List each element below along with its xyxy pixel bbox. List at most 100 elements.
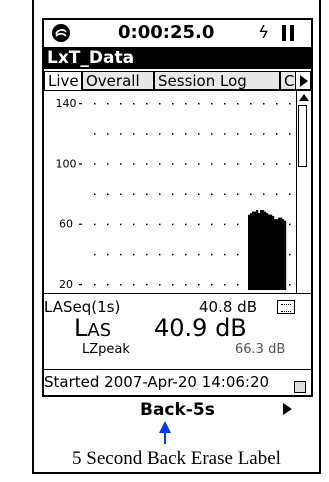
grid-dot	[211, 284, 213, 286]
grid-dot	[185, 223, 187, 226]
grid-dot	[133, 103, 135, 105]
live-chart-panel: 140 100 60 20	[44, 90, 311, 293]
grid-dot	[159, 284, 161, 286]
grid-dot	[263, 193, 265, 195]
grid-dot	[94, 193, 96, 195]
chart-bar	[264, 211, 267, 290]
chart-bar	[258, 213, 261, 290]
grid-dot	[211, 253, 213, 256]
grid-dot	[263, 103, 265, 105]
grid-dot	[133, 163, 135, 165]
grid-dot	[224, 103, 226, 105]
grid-dot	[133, 223, 135, 226]
grid-dot	[107, 284, 109, 286]
chart-bar	[254, 211, 257, 290]
back-5s-softkey[interactable]: Back-5s	[140, 400, 215, 420]
lzpeak-label: LZpeak	[82, 342, 130, 357]
live-spectrum-chart: 140 100 60 20	[56, 97, 291, 291]
grid-dot	[237, 193, 239, 195]
started-bar: Started 2007-Apr-20 14:06:20	[44, 369, 311, 395]
scroll-thumb[interactable]	[298, 105, 307, 167]
y-axis-ticks: 140 100 60 20	[56, 97, 82, 291]
chart-bar	[274, 219, 277, 290]
pause-icon[interactable]	[282, 25, 296, 41]
grid-dot	[159, 193, 161, 195]
y-tick-label: 100	[56, 157, 77, 170]
chart-bar	[278, 217, 281, 290]
graph-icon[interactable]	[277, 300, 295, 314]
grid-dot	[107, 253, 109, 256]
grid-dot	[120, 133, 122, 135]
grid-dot	[224, 284, 226, 286]
softkey-right-arrow-icon[interactable]	[283, 403, 292, 415]
grid-dot	[211, 103, 213, 105]
tab-live[interactable]: Live	[44, 71, 82, 90]
y-tick-mark	[79, 284, 82, 286]
pointer-arrow-shaft	[164, 432, 166, 444]
chart-scrollbar[interactable]	[296, 91, 309, 293]
mini-scroll-icon[interactable]	[294, 381, 306, 393]
grid-dot	[146, 133, 148, 135]
tab-session-log[interactable]: Session Log	[154, 71, 280, 90]
y-tick-label: 140	[56, 97, 77, 110]
tab-overall[interactable]: Overall	[82, 71, 154, 90]
las-label: LAS	[74, 314, 112, 342]
grid-dot	[185, 103, 187, 105]
grid-dot	[120, 103, 122, 105]
chart-bars	[248, 210, 287, 290]
y-tick-label: 60	[59, 218, 73, 231]
grid-dot	[276, 193, 278, 195]
grid-dot	[237, 103, 239, 105]
tab-c[interactable]: C	[280, 71, 296, 90]
grid-dot	[172, 193, 174, 195]
tab-scroll-right-icon[interactable]	[295, 71, 311, 90]
grid-dot	[159, 103, 161, 105]
grid-dot	[237, 253, 239, 256]
grid-dot	[107, 193, 109, 195]
grid-dot	[146, 163, 148, 165]
grid-dot	[94, 253, 96, 256]
grid-dot	[237, 284, 239, 286]
grid-dot	[172, 103, 174, 105]
grid-dot	[224, 253, 226, 256]
grid-dot	[172, 133, 174, 135]
chart-bar	[280, 217, 283, 290]
chart-bar	[276, 219, 279, 290]
readouts-panel: LASeq(1s) 40.8 dB LAS 40.9 dB LZpeak 66.…	[44, 293, 311, 369]
started-timestamp: Started 2007-Apr-20 14:06:20	[44, 373, 270, 391]
grid-dot	[133, 133, 135, 135]
grid-dot	[198, 284, 200, 286]
status-bar: 0:00:25.0 ϟ	[44, 20, 311, 47]
grid-dot	[276, 133, 278, 135]
y-tick-label: 20	[59, 278, 73, 291]
grid-dot	[120, 253, 122, 256]
grid-dot	[276, 103, 278, 105]
grid-dot	[159, 163, 161, 165]
scroll-up-icon[interactable]	[299, 94, 309, 101]
grid-dot	[198, 103, 200, 105]
grid-dot	[185, 284, 187, 286]
grid-dot	[120, 223, 122, 226]
grid-dot	[185, 253, 187, 256]
las-label-sub: AS	[87, 320, 112, 341]
grid-dot	[224, 163, 226, 165]
softkey-bar: Back-5s	[42, 397, 313, 421]
grid-dot	[289, 284, 291, 286]
grid-dot	[224, 223, 226, 226]
grid-dot	[185, 163, 187, 165]
grid-dot	[198, 193, 200, 195]
grid-dot	[185, 193, 187, 195]
grid-dot	[146, 223, 148, 226]
grid-dot	[133, 253, 135, 256]
grid-dot	[107, 163, 109, 165]
grid-dot	[146, 284, 148, 286]
grid-dot	[94, 103, 96, 105]
grid-dot	[224, 133, 226, 135]
lightning-bolt-icon: ϟ	[258, 23, 270, 43]
grid-dot	[289, 193, 291, 195]
y-tick-mark	[79, 103, 82, 105]
grid-dot	[289, 163, 291, 165]
file-title-bar: LxT_Data	[44, 47, 311, 69]
grid-dot	[263, 163, 265, 165]
grid-dot	[94, 223, 96, 226]
